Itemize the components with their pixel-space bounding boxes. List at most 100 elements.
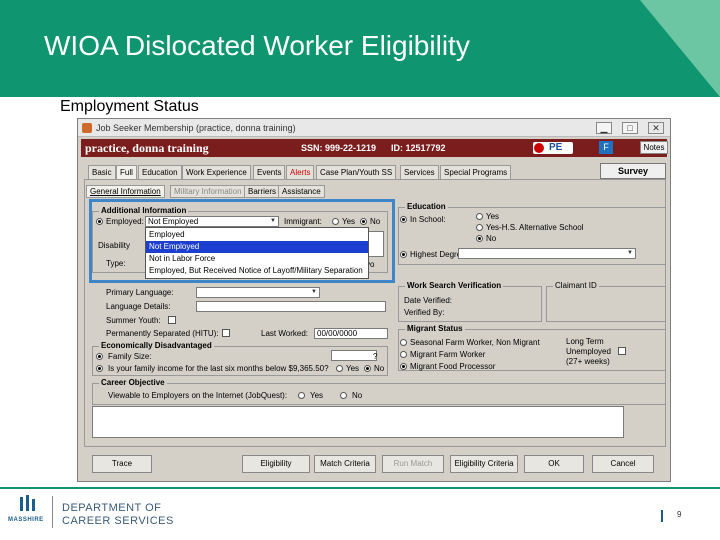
in-school-yes-radio[interactable] xyxy=(476,213,483,220)
income-no-radio[interactable] xyxy=(364,365,371,372)
family-size-q: ? xyxy=(373,352,378,361)
logo-bar xyxy=(32,499,35,511)
in-school-no-label: No xyxy=(486,234,497,243)
in-school-radio[interactable] xyxy=(400,216,407,223)
highest-degree-radio[interactable] xyxy=(400,251,407,258)
family-size-field[interactable] xyxy=(331,350,377,361)
income-label: Is your family income for the last six m… xyxy=(108,364,329,373)
window-titlebar: Job Seeker Membership (practice, donna t… xyxy=(78,119,670,137)
in-school-label: In School: xyxy=(410,215,446,224)
tab-events[interactable]: Events xyxy=(253,165,286,179)
migrant-status-legend: Migrant Status xyxy=(405,324,465,333)
member-name: practice, donna training xyxy=(85,141,209,155)
career-objective-field[interactable] xyxy=(92,406,624,438)
date-verified-label: Date Verified: xyxy=(404,296,453,305)
viewable-label: Viewable to Employers on the Internet (J… xyxy=(108,391,288,400)
subtab-barriers[interactable]: Barriers xyxy=(244,185,281,198)
slide: WIOA Dislocated Worker Eligibility Emplo… xyxy=(0,0,720,540)
verified-by-label: Verified By: xyxy=(404,308,445,317)
maximize-button[interactable]: □ xyxy=(622,122,638,134)
income-no-label: No xyxy=(374,364,385,373)
income-radio[interactable] xyxy=(96,365,103,372)
footer-rule xyxy=(0,487,720,489)
notes-button[interactable]: Notes xyxy=(640,141,668,154)
tab-work-experience[interactable]: Work Experience xyxy=(182,165,251,179)
subtab-assistance[interactable]: Assistance xyxy=(278,185,325,198)
migrant-food-label: Migrant Food Processor xyxy=(410,362,496,371)
permanently-separated-checkbox[interactable] xyxy=(222,329,230,337)
logo-wordmark: MASSHIRE xyxy=(8,517,44,523)
in-school-no-radio[interactable] xyxy=(476,235,483,242)
claimant-id-legend: Claimant ID xyxy=(553,281,599,290)
page-number: 9 xyxy=(677,510,682,519)
minimize-button[interactable]: ▁ xyxy=(596,122,612,134)
job-seeker-window: Job Seeker Membership (practice, donna t… xyxy=(77,118,671,482)
survey-button[interactable]: Survey xyxy=(600,163,666,179)
subtab-military-information[interactable]: Military Information xyxy=(170,185,246,198)
claimant-id-group: Claimant ID xyxy=(546,281,666,322)
summer-youth-label: Summer Youth: xyxy=(106,316,161,325)
summer-youth-checkbox[interactable] xyxy=(168,316,176,324)
chevron-down-icon: ▼ xyxy=(627,250,633,256)
logo-bar xyxy=(26,495,29,511)
language-details-field[interactable] xyxy=(196,301,386,312)
viewable-no-label: No xyxy=(352,391,363,400)
match-criteria-button[interactable]: Match Criteria xyxy=(314,455,376,473)
primary-language-select[interactable]: ▼ xyxy=(196,287,320,298)
tab-special-programs[interactable]: Special Programs xyxy=(440,165,512,179)
long-term-unemployed-checkbox[interactable] xyxy=(618,347,626,355)
tab-case-plan[interactable]: Case Plan/Youth SS xyxy=(316,165,397,179)
flag-badge[interactable]: F xyxy=(599,141,613,154)
in-school-yes-label: Yes xyxy=(486,212,500,221)
income-yes-radio[interactable] xyxy=(336,365,343,372)
tab-education[interactable]: Education xyxy=(138,165,182,179)
footer-line-2: CAREER SERVICES xyxy=(62,515,174,527)
econ-disadvantaged-legend: Economically Disadvantaged xyxy=(99,341,214,350)
tab-alerts[interactable]: Alerts xyxy=(286,165,315,179)
footer-divider xyxy=(52,496,53,528)
tab-services[interactable]: Services xyxy=(400,165,439,179)
viewable-yes-radio[interactable] xyxy=(298,392,305,399)
window-title: Job Seeker Membership (practice, donna t… xyxy=(96,123,296,133)
cancel-button[interactable]: Cancel xyxy=(592,455,654,473)
migrant-seasonal-radio[interactable] xyxy=(400,339,407,346)
eligibility-criteria-button[interactable]: Eligibility Criteria xyxy=(450,455,518,473)
career-objective-legend: Career Objective xyxy=(99,378,167,387)
slide-header: WIOA Dislocated Worker Eligibility xyxy=(0,0,720,97)
footer-department: DEPARTMENT OF CAREER SERVICES xyxy=(62,502,174,528)
run-match-button[interactable]: Run Match xyxy=(382,455,444,473)
language-details-label: Language Details: xyxy=(106,302,171,311)
viewable-no-radio[interactable] xyxy=(340,392,347,399)
in-school-alt-radio[interactable] xyxy=(476,224,483,231)
slide-subtitle: Employment Status xyxy=(60,98,199,115)
migrant-food-radio[interactable] xyxy=(400,363,407,370)
logo-bar xyxy=(20,497,23,511)
callout-highlight-box xyxy=(89,199,395,283)
header-accent-stripe xyxy=(640,0,720,97)
education-legend: Education xyxy=(405,202,448,211)
tab-basic[interactable]: Basic xyxy=(88,165,116,179)
last-worked-field[interactable]: 00/00/0000 xyxy=(314,328,388,339)
work-search-legend: Work Search Verification xyxy=(405,281,504,290)
member-ssn: SSN: 999-22-1219 xyxy=(301,143,377,153)
close-button[interactable]: ✕ xyxy=(648,122,664,134)
footer-line-1: DEPARTMENT OF xyxy=(62,502,162,514)
stop-icon xyxy=(534,143,544,153)
tab-full[interactable]: Full xyxy=(116,165,137,179)
trace-button[interactable]: Trace xyxy=(92,455,152,473)
migrant-farm-radio[interactable] xyxy=(400,351,407,358)
permanently-separated-label: Permanently Separated (HITU): xyxy=(106,329,219,338)
member-id: ID: 12517792 xyxy=(391,143,446,153)
income-yes-label: Yes xyxy=(346,364,360,373)
chevron-down-icon: ▼ xyxy=(311,289,317,295)
ok-button[interactable]: OK xyxy=(524,455,584,473)
viewable-yes-label: Yes xyxy=(310,391,324,400)
app-icon xyxy=(82,123,92,133)
eligibility-button[interactable]: Eligibility xyxy=(242,455,310,473)
footer-pipe xyxy=(661,510,663,522)
subtab-general-information[interactable]: General Information xyxy=(86,185,165,198)
highest-degree-select[interactable]: ▼ xyxy=(458,248,636,259)
member-banner: practice, donna training SSN: 999-22-121… xyxy=(81,139,668,157)
family-size-radio[interactable] xyxy=(96,353,103,360)
status-logo[interactable]: PE xyxy=(533,142,573,154)
